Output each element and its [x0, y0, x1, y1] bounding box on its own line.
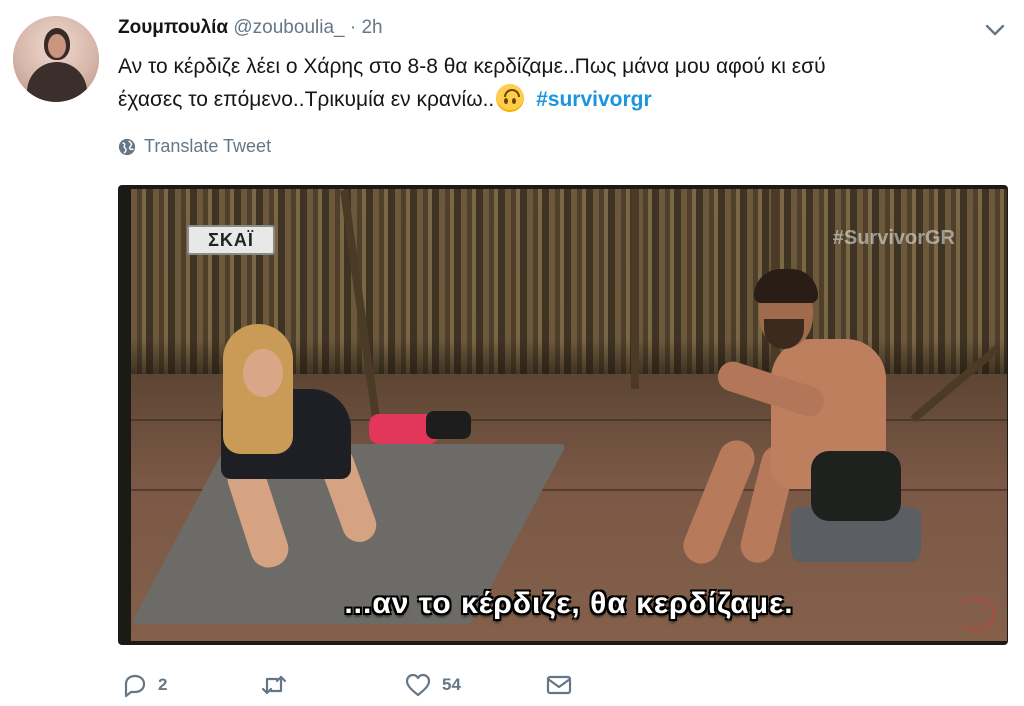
video-subtitle: ...αν το κέρδιζε, θα κερδίζαμε.: [344, 587, 794, 620]
author-name[interactable]: Ζουμπουλία: [118, 17, 228, 38]
translate-tweet-link[interactable]: Translate Tweet: [118, 136, 271, 157]
tweet-timestamp[interactable]: 2h: [361, 17, 382, 38]
tweet-media-image[interactable]: ΣΚΑΪ #SurvivorGR ...αν το κέρδιζε, θα κε…: [118, 185, 1008, 645]
retweet-icon: [261, 675, 287, 695]
channel-logo: ΣΚΑΪ: [187, 225, 275, 255]
corner-logo-mark: [957, 597, 995, 631]
reply-icon: [124, 674, 146, 698]
avatar-face: [48, 34, 66, 58]
tweet-text-line-1: Αν το κέρδιζε λέει ο Χάρης στο 8-8 θα κε…: [118, 55, 826, 78]
tweet-text-line-2: έχασες το επόμενο..Τρικυμία εν κρανίω..: [118, 88, 495, 111]
author-handle[interactable]: @zouboulia_: [233, 17, 344, 38]
upside-down-face-emoji: [496, 84, 525, 112]
retweet-button[interactable]: [260, 671, 298, 699]
tweet-card[interactable]: Ζουμπουλία @zouboulia_ · 2h Αν το κέρδιζ…: [0, 0, 1024, 706]
woman-face: [243, 349, 283, 397]
reply-count: 2: [158, 675, 168, 694]
like-button[interactable]: 54: [404, 671, 461, 699]
wooden-pole: [631, 189, 639, 389]
video-frame: ΣΚΑΪ #SurvivorGR ...αν το κέρδιζε, θα κε…: [131, 189, 1007, 641]
translate-label: Translate Tweet: [144, 136, 272, 156]
separator-dot: ·: [349, 17, 357, 38]
globe-icon: [118, 138, 136, 155]
avatar[interactable]: [13, 16, 99, 102]
tweet-text: Αν το κέρδιζε λέει ο Χάρης στο 8-8 θα κε…: [118, 50, 998, 116]
man-shorts: [811, 451, 901, 521]
hashtag-link[interactable]: #survivorgr: [536, 88, 652, 111]
reply-button[interactable]: 2: [120, 671, 167, 699]
like-count: 54: [442, 675, 461, 694]
hashtag-watermark: #SurvivorGR: [832, 227, 955, 249]
black-bag: [426, 411, 471, 439]
envelope-icon: [546, 675, 572, 695]
heart-icon: [405, 673, 431, 697]
chevron-down-icon[interactable]: [984, 20, 1006, 40]
tweet-header: Ζουμπουλία @zouboulia_ · 2h: [118, 16, 383, 40]
direct-message-button[interactable]: [545, 671, 573, 699]
